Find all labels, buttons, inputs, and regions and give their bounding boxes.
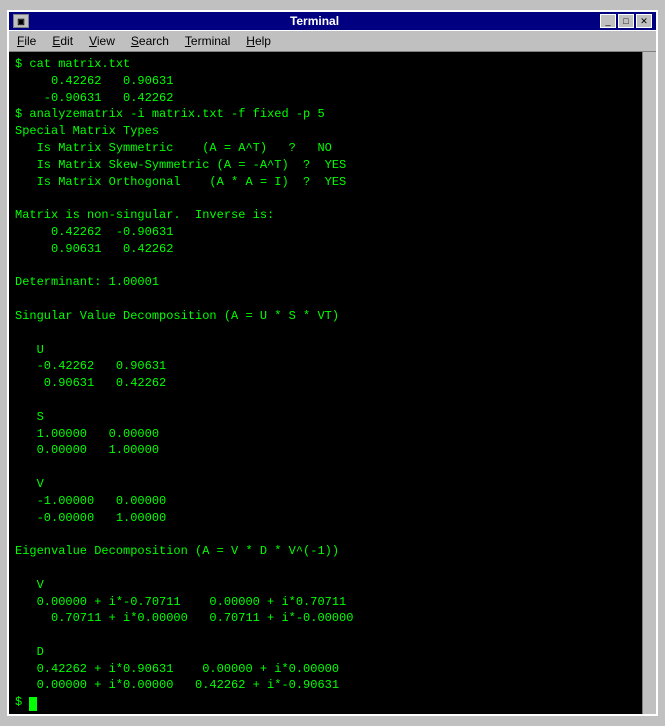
minimize-button[interactable]: _ — [600, 14, 616, 28]
menu-view[interactable]: View — [85, 33, 119, 49]
maximize-button[interactable]: □ — [618, 14, 634, 28]
title-bar: ▣ Terminal _ □ ✕ — [9, 12, 656, 31]
terminal-window: ▣ Terminal _ □ ✕ File Edit View Search T… — [7, 10, 658, 716]
menu-file[interactable]: File — [13, 33, 40, 49]
menu-bar: File Edit View Search Terminal Help — [9, 31, 656, 52]
terminal-output: $ cat matrix.txt 0.42262 0.90631 -0.9063… — [15, 56, 636, 711]
window-controls: _ □ ✕ — [600, 14, 652, 28]
close-button[interactable]: ✕ — [636, 14, 652, 28]
menu-terminal[interactable]: Terminal — [181, 33, 234, 49]
terminal-cursor — [29, 697, 37, 711]
terminal-body[interactable]: $ cat matrix.txt 0.42262 0.90631 -0.9063… — [9, 52, 642, 714]
menu-help[interactable]: Help — [242, 33, 275, 49]
window-icon: ▣ — [13, 14, 29, 28]
menu-edit[interactable]: Edit — [48, 33, 77, 49]
menu-search[interactable]: Search — [127, 33, 173, 49]
scrollbar[interactable] — [642, 52, 656, 714]
window-title: Terminal — [29, 14, 600, 28]
terminal-wrapper: $ cat matrix.txt 0.42262 0.90631 -0.9063… — [9, 52, 656, 714]
